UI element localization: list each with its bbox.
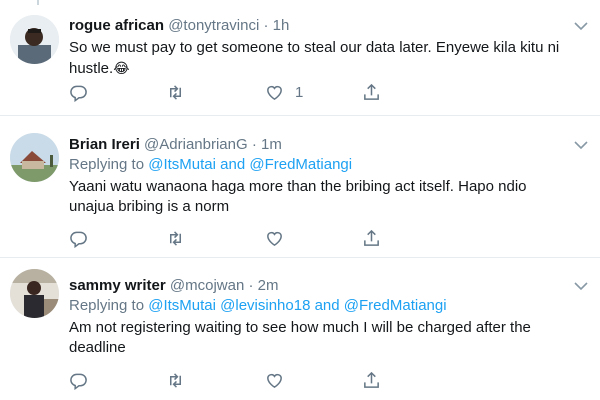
tweet-text: So we must pay to get someone to steal o…: [69, 38, 562, 79]
mention-link[interactable]: @ItsMutai: [148, 297, 216, 314]
tweet-text-content: So we must pay to get someone to steal o…: [69, 39, 560, 77]
share-icon: [364, 371, 379, 388]
share-button[interactable]: [362, 227, 381, 249]
tweet-text: Yaani watu wanaona haga more than the br…: [69, 178, 527, 215]
tweet[interactable]: rogue african @tonytravinci · 1h So we m…: [0, 0, 600, 116]
tweet[interactable]: Brian Ireri @AdrianbrianG · 1m Replying …: [0, 122, 600, 258]
retweet-button[interactable]: [166, 369, 185, 391]
mention-link[interactable]: @FredMatiangi: [249, 156, 352, 173]
thread-line: [37, 0, 39, 5]
like-button[interactable]: [265, 227, 284, 249]
caret-down-icon[interactable]: [572, 277, 590, 295]
display-name[interactable]: Brian Ireri: [69, 136, 140, 153]
retweet-button[interactable]: [166, 81, 185, 103]
like-button[interactable]: [265, 369, 284, 391]
reply-icon: [70, 85, 87, 102]
reply-button[interactable]: [69, 369, 88, 391]
reply-button[interactable]: [69, 81, 88, 103]
like-button[interactable]: 1: [265, 81, 303, 103]
caret-down-icon[interactable]: [572, 17, 590, 35]
replying-prefix: Replying to: [69, 297, 145, 314]
like-icon: [267, 231, 282, 246]
tweet-actions: 1: [69, 81, 399, 103]
tweet-timeline: rogue african @tonytravinci · 1h So we m…: [0, 0, 600, 400]
tweet-header: sammy writer @mcojwan · 2m: [69, 276, 562, 296]
replying-to: Replying to @ItsMutai @levisinho18 and @…: [69, 296, 562, 316]
tweet-content: rogue african @tonytravinci · 1h So we m…: [69, 16, 562, 79]
mention-conjunction: and: [314, 297, 340, 314]
retweet-button[interactable]: [166, 227, 185, 249]
timestamp[interactable]: 1m: [261, 136, 282, 153]
retweet-icon: [169, 84, 182, 100]
replying-to: Replying to @ItsMutai and @FredMatiangi: [69, 155, 562, 175]
share-icon: [364, 229, 379, 246]
reply-icon: [70, 373, 87, 390]
separator: ·: [251, 136, 257, 153]
tweet-header: rogue african @tonytravinci · 1h: [69, 16, 562, 36]
avatar-image: [10, 15, 59, 64]
timestamp[interactable]: 1h: [273, 17, 290, 34]
mention-link[interactable]: @ItsMutai: [148, 156, 216, 173]
mention-link[interactable]: @levisinho18: [220, 297, 310, 314]
tweet-content: Brian Ireri @AdrianbrianG · 1m Replying …: [69, 135, 562, 217]
tweet[interactable]: sammy writer @mcojwan · 2m Replying to @…: [0, 258, 600, 400]
mention-link[interactable]: @FredMatiangi: [344, 297, 447, 314]
share-button[interactable]: [362, 81, 381, 103]
tweet-actions: [69, 227, 399, 249]
replying-prefix: Replying to: [69, 156, 145, 173]
caret-down-icon[interactable]: [572, 136, 590, 154]
mention-conjunction: and: [220, 156, 246, 173]
like-count: 1: [295, 83, 304, 101]
avatar[interactable]: [10, 269, 59, 318]
user-handle[interactable]: @mcojwan: [170, 277, 244, 294]
laughing-emoji: 😂: [113, 60, 130, 76]
display-name[interactable]: rogue african: [69, 17, 164, 34]
avatar-image: [10, 269, 59, 318]
tweet-header: Brian Ireri @AdrianbrianG · 1m: [69, 135, 562, 155]
reply-icon: [70, 231, 87, 248]
share-icon: [364, 83, 379, 100]
like-icon: [267, 373, 282, 388]
user-handle[interactable]: @tonytravinci: [168, 17, 259, 34]
display-name[interactable]: sammy writer: [69, 277, 166, 294]
tweet-content: sammy writer @mcojwan · 2m Replying to @…: [69, 276, 562, 358]
avatar[interactable]: [10, 133, 59, 182]
share-button[interactable]: [362, 369, 381, 391]
retweet-icon: [169, 372, 182, 388]
like-icon: [267, 85, 282, 100]
separator: ·: [248, 277, 254, 294]
reply-button[interactable]: [69, 227, 88, 249]
user-handle[interactable]: @AdrianbrianG: [144, 136, 248, 153]
retweet-icon: [169, 230, 182, 246]
timestamp[interactable]: 2m: [258, 277, 279, 294]
avatar-image: [10, 133, 59, 182]
avatar[interactable]: [10, 15, 59, 64]
tweet-actions: [69, 369, 399, 391]
tweet-text: Am not registering waiting to see how mu…: [69, 319, 531, 356]
separator: ·: [263, 17, 269, 34]
